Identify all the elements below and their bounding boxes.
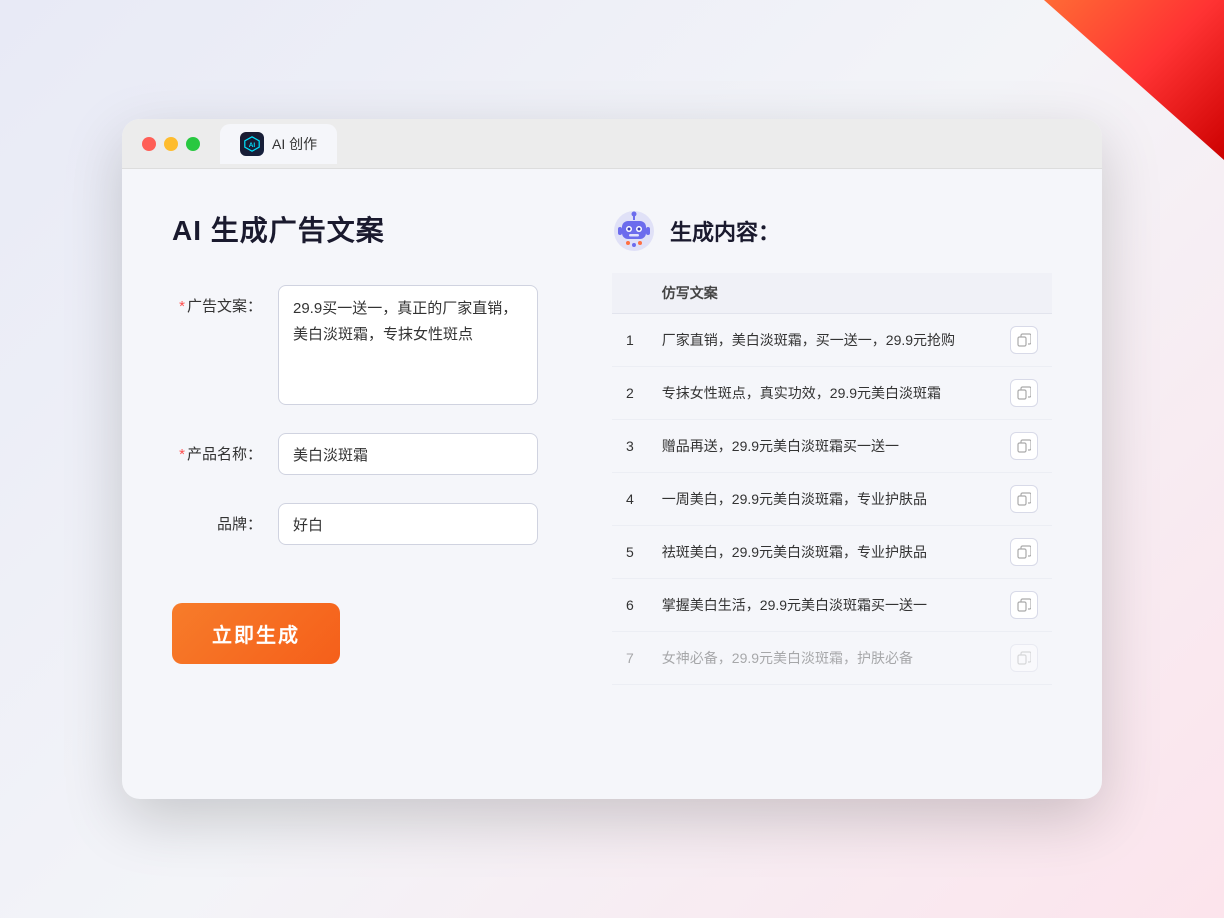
result-row-copy-cell	[996, 367, 1052, 420]
result-row-text: 掌握美白生活，29.9元美白淡斑霜买一送一	[648, 579, 996, 632]
browser-titlebar: AI AI 创作	[122, 119, 1102, 169]
ad-copy-input[interactable]	[278, 285, 538, 405]
required-star: *	[179, 298, 185, 315]
product-name-group: *产品名称：	[172, 433, 552, 475]
copy-button[interactable]	[1010, 379, 1038, 407]
copy-button[interactable]	[1010, 591, 1038, 619]
result-row-text: 一周美白，29.9元美白淡斑霜，专业护肤品	[648, 473, 996, 526]
product-name-input[interactable]	[278, 433, 538, 475]
copy-button[interactable]	[1010, 326, 1038, 354]
right-header: 生成内容：	[612, 209, 1052, 253]
result-row-num: 2	[612, 367, 648, 420]
col-action	[996, 273, 1052, 314]
brand-group: 品牌：	[172, 503, 552, 545]
svg-text:AI: AI	[249, 142, 256, 149]
left-panel: AI 生成广告文案 *广告文案： *产品名称： 品牌： 立即生成	[172, 209, 552, 685]
result-row-text: 赠品再送，29.9元美白淡斑霜买一送一	[648, 420, 996, 473]
result-row-copy-cell	[996, 314, 1052, 367]
tab-label: AI 创作	[272, 134, 317, 154]
result-row-num: 3	[612, 420, 648, 473]
result-row-copy-cell	[996, 632, 1052, 685]
copy-button[interactable]	[1010, 538, 1038, 566]
right-title: 生成内容：	[670, 215, 780, 247]
page-title: AI 生成广告文案	[172, 209, 552, 249]
copy-button[interactable]	[1010, 644, 1038, 672]
result-row-num: 1	[612, 314, 648, 367]
col-text: 仿写文案	[648, 273, 996, 314]
result-row-copy-cell	[996, 420, 1052, 473]
result-row-num: 7	[612, 632, 648, 685]
robot-icon	[612, 209, 656, 253]
col-num	[612, 273, 648, 314]
browser-content: AI 生成广告文案 *广告文案： *产品名称： 品牌： 立即生成	[122, 169, 1102, 725]
result-row-text: 厂家直销，美白淡斑霜，买一送一，29.9元抢购	[648, 314, 996, 367]
product-name-label: *产品名称：	[172, 433, 262, 464]
brand-label: 品牌：	[172, 503, 262, 534]
generate-button[interactable]: 立即生成	[172, 603, 340, 664]
tab-icon: AI	[240, 132, 264, 156]
result-row-text: 女神必备，29.9元美白淡斑霜，护肤必备	[648, 632, 996, 685]
close-button[interactable]	[142, 137, 156, 151]
browser-window: AI AI 创作 AI 生成广告文案 *广告文案： *产品名称：	[122, 119, 1102, 799]
right-panel: 生成内容： 仿写文案 1厂家直销，美白淡斑霜，买一送一，29.9元抢购2专抹女性…	[612, 209, 1052, 685]
result-row-text: 专抹女性斑点，真实功效，29.9元美白淡斑霜	[648, 367, 996, 420]
ad-copy-label: *广告文案：	[172, 285, 262, 316]
result-table: 仿写文案 1厂家直销，美白淡斑霜，买一送一，29.9元抢购2专抹女性斑点，真实功…	[612, 273, 1052, 685]
result-row-num: 6	[612, 579, 648, 632]
result-row-num: 5	[612, 526, 648, 579]
required-star-2: *	[179, 446, 185, 463]
result-row-text: 祛斑美白，29.9元美白淡斑霜，专业护肤品	[648, 526, 996, 579]
result-row-copy-cell	[996, 526, 1052, 579]
brand-input[interactable]	[278, 503, 538, 545]
result-row-num: 4	[612, 473, 648, 526]
window-controls	[142, 137, 200, 151]
minimize-button[interactable]	[164, 137, 178, 151]
ad-copy-group: *广告文案：	[172, 285, 552, 405]
maximize-button[interactable]	[186, 137, 200, 151]
copy-button[interactable]	[1010, 485, 1038, 513]
result-row-copy-cell	[996, 579, 1052, 632]
result-row-copy-cell	[996, 473, 1052, 526]
copy-button[interactable]	[1010, 432, 1038, 460]
browser-tab[interactable]: AI AI 创作	[220, 124, 337, 164]
